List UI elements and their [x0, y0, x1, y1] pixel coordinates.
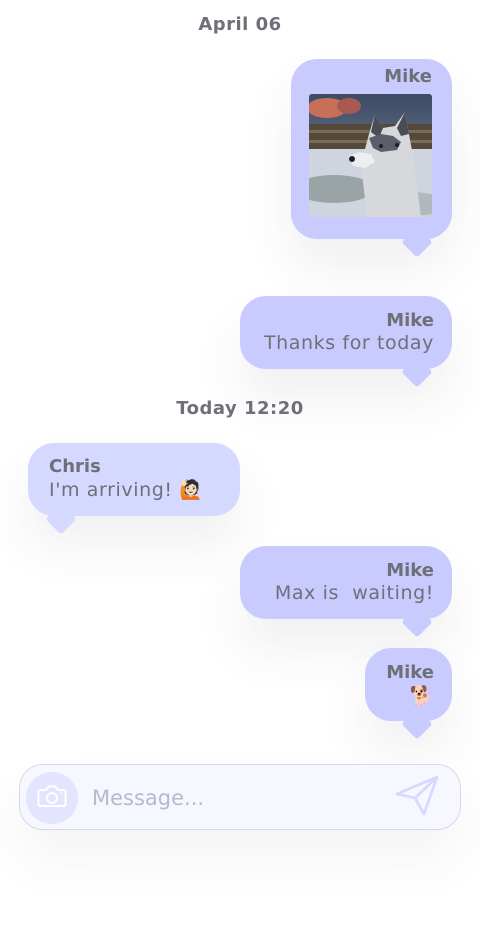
message-composer [19, 764, 461, 830]
message-text: Max is waiting! [274, 582, 434, 604]
date-separator: April 06 [198, 14, 282, 35]
message-text: I'm arriving! [49, 479, 173, 501]
message-bubble[interactable]: Mike Max is waiting! [240, 546, 452, 638]
message-bubble-incoming[interactable]: Chris I'm arriving! 🙋🏻 [28, 443, 240, 535]
camera-icon [37, 783, 67, 813]
camera-button[interactable] [26, 772, 78, 824]
message-bubble[interactable]: Mike Thanks for today [240, 296, 452, 388]
message-sender: Mike [386, 560, 434, 581]
date-separator: Today 12:20 [176, 398, 304, 419]
send-button[interactable] [394, 775, 440, 821]
dog-emoji: 🐕 [409, 685, 434, 707]
message-sender: Mike [384, 66, 432, 87]
raising-hand-emoji: 🙋🏻 [179, 479, 204, 501]
message-bubble[interactable]: Mike 🐕 [365, 648, 452, 740]
send-icon [394, 774, 440, 822]
message-sender: Mike [386, 310, 434, 331]
husky-photo[interactable] [309, 94, 432, 217]
message-text: Thanks for today [263, 332, 434, 354]
message-sender: Chris [49, 456, 101, 477]
message-bubble-photo[interactable]: Mike [291, 59, 452, 258]
message-input[interactable] [90, 779, 374, 817]
message-sender: Mike [386, 662, 434, 683]
